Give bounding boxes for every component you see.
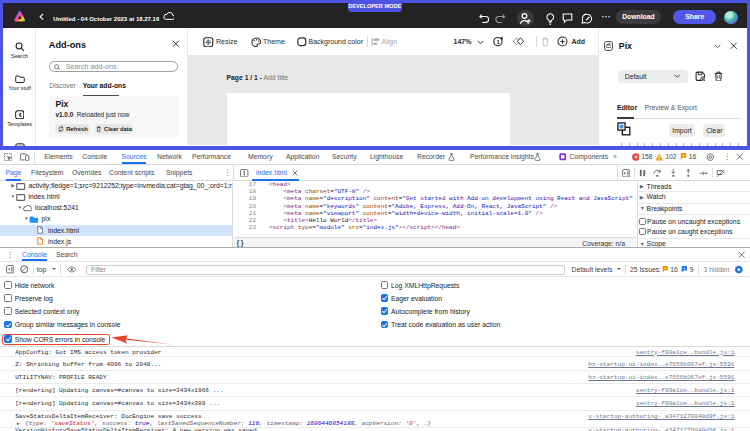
svg-text:1: 1 <box>496 39 500 45</box>
